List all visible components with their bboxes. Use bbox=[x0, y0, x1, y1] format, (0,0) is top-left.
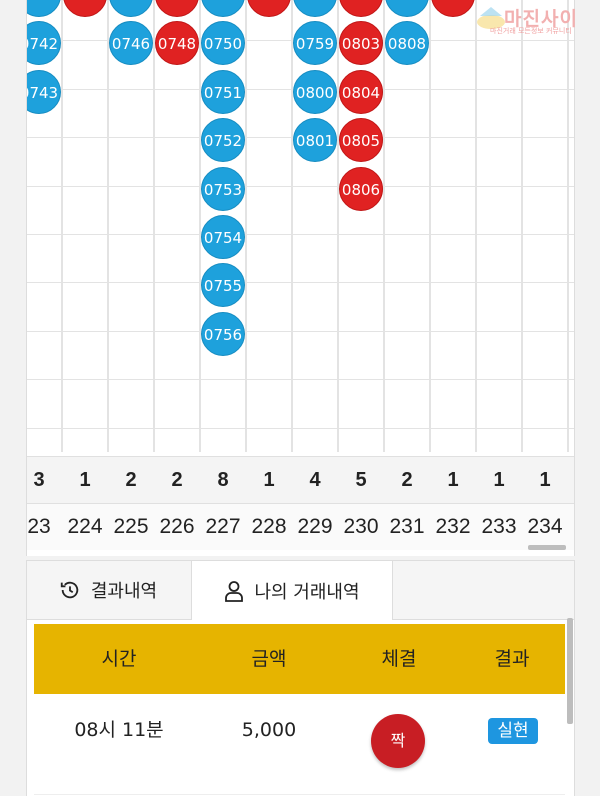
grid-row-line bbox=[27, 379, 574, 380]
blue-bead: 0751 bbox=[201, 70, 245, 114]
column-count: 4 bbox=[309, 469, 321, 491]
blue-bead: 0754 bbox=[201, 215, 245, 259]
blue-bead bbox=[27, 0, 61, 17]
tab-my-label: 나의 거래내역 bbox=[254, 581, 360, 603]
watermark-logo: 마진사이 마진거래 모든정보 커뮤니티 bbox=[468, 2, 596, 36]
grid-column-line bbox=[291, 0, 293, 452]
blue-bead: 0756 bbox=[201, 312, 245, 356]
vertical-scrollbar[interactable] bbox=[567, 618, 573, 724]
grid-row-line bbox=[27, 234, 574, 235]
red-bead: 0805 bbox=[339, 118, 383, 162]
header-amount: 금액 bbox=[251, 648, 287, 670]
grid-column-line bbox=[475, 0, 477, 452]
grid-column-line bbox=[383, 0, 385, 452]
grid-column-line bbox=[153, 0, 155, 452]
round-number: 224 bbox=[67, 515, 103, 538]
column-count: 1 bbox=[447, 469, 459, 491]
header-fill: 체결 bbox=[381, 648, 417, 670]
column-count: 3 bbox=[33, 469, 45, 491]
bet-even-badge: 짝 bbox=[371, 714, 425, 768]
blue-bead: 0800 bbox=[293, 70, 337, 114]
round-number: 234 bbox=[527, 515, 563, 538]
blue-bead bbox=[201, 0, 245, 17]
blue-bead: 0755 bbox=[201, 263, 245, 307]
grid-row-line bbox=[27, 428, 574, 429]
tab-result-label: 결과내역 bbox=[90, 581, 158, 602]
round-number: 227 bbox=[205, 515, 241, 538]
row-amount: 5,000 bbox=[241, 719, 297, 741]
column-count: 1 bbox=[263, 469, 275, 491]
column-count: 2 bbox=[125, 469, 137, 491]
round-number: 232 bbox=[435, 515, 471, 538]
grid-column-line bbox=[199, 0, 201, 452]
column-count: 1 bbox=[539, 469, 551, 491]
user-icon bbox=[225, 580, 244, 602]
grid-column-line bbox=[61, 0, 63, 452]
history-panel: 결과내역 나의 거래내역 시간 금액 체결 결과 08시 11분 5,000 짝… bbox=[26, 560, 575, 796]
grid-column-line bbox=[521, 0, 523, 452]
red-bead bbox=[339, 0, 383, 17]
grid-row-line bbox=[27, 282, 574, 283]
tab-my-trades[interactable]: 나의 거래내역 bbox=[191, 561, 393, 620]
red-bead bbox=[155, 0, 199, 17]
grid-column-line bbox=[567, 0, 569, 452]
blue-bead: 0746 bbox=[109, 21, 153, 65]
blue-bead bbox=[385, 0, 429, 17]
watermark-subtitle: 마진거래 모든정보 커뮤니티 bbox=[490, 27, 572, 35]
red-bead: 0748 bbox=[155, 21, 199, 65]
table-header: 시간 금액 체결 결과 bbox=[34, 624, 565, 694]
tab-bar: 결과내역 나의 거래내역 bbox=[27, 561, 574, 620]
blue-bead: 0753 bbox=[201, 167, 245, 211]
round-number: 229 bbox=[297, 515, 333, 538]
blue-bead bbox=[109, 0, 153, 17]
round-numbers-row: 23 224 225 226 227 228 229 230 231 232 233 234 bbox=[27, 503, 574, 550]
blue-bead: 0742 bbox=[27, 21, 61, 65]
column-count: 1 bbox=[79, 469, 91, 491]
grid-column-line bbox=[107, 0, 109, 452]
blue-bead: 0808 bbox=[385, 21, 429, 65]
round-number: 230 bbox=[343, 515, 379, 538]
red-bead: 0803 bbox=[339, 21, 383, 65]
result-realized-badge: 실현 bbox=[488, 718, 538, 744]
column-count: 8 bbox=[217, 469, 229, 491]
column-counts-row: 312281452111 bbox=[27, 456, 574, 503]
red-bead: 0804 bbox=[339, 70, 383, 114]
column-count: 2 bbox=[401, 469, 413, 491]
row-time: 08시 11분 bbox=[74, 719, 164, 741]
history-icon bbox=[60, 581, 79, 599]
blue-bead bbox=[293, 0, 337, 17]
grid-column-line bbox=[245, 0, 247, 452]
blue-bead: 0801 bbox=[293, 118, 337, 162]
blue-bead: 0750 bbox=[201, 21, 245, 65]
bead-grid: 0742 0743 074607480750 07510752 075307540755… bbox=[27, 0, 574, 452]
red-bead: 0806 bbox=[339, 167, 383, 211]
round-number: 226 bbox=[159, 515, 195, 538]
grid-column-line bbox=[337, 0, 339, 452]
bead-board: 0742 0743 074607480750 07510752 075307540755… bbox=[26, 0, 575, 556]
blue-bead: 0743 bbox=[27, 70, 61, 114]
blue-bead: 0752 bbox=[201, 118, 245, 162]
grid-column-line bbox=[429, 0, 431, 452]
round-number: 228 bbox=[251, 515, 287, 538]
horizontal-scrollbar[interactable] bbox=[528, 545, 566, 550]
grid-row-line bbox=[27, 186, 574, 187]
tab-result-history[interactable]: 결과내역 bbox=[27, 561, 189, 619]
header-time: 시간 bbox=[101, 648, 137, 670]
grid-row-line bbox=[27, 331, 574, 332]
column-count: 1 bbox=[493, 469, 505, 491]
round-number: 23 bbox=[27, 515, 51, 538]
red-bead bbox=[247, 0, 291, 17]
round-number: 225 bbox=[113, 515, 149, 538]
round-number: 233 bbox=[481, 515, 517, 538]
red-bead bbox=[63, 0, 107, 17]
column-count: 2 bbox=[171, 469, 183, 491]
column-count: 5 bbox=[355, 469, 367, 491]
round-number: 231 bbox=[389, 515, 425, 538]
table-row[interactable]: 08시 11분 5,000 짝 실현 bbox=[34, 694, 565, 795]
blue-bead: 0759 bbox=[293, 21, 337, 65]
header-result: 결과 bbox=[494, 648, 530, 670]
